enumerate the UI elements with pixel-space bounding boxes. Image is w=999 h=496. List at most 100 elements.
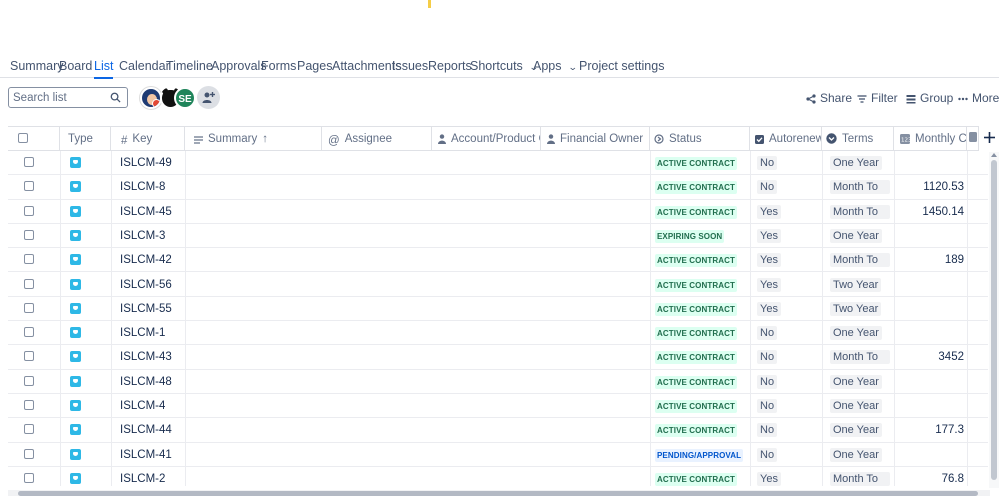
status-badge[interactable]: ACTIVE CONTRACT [655,400,737,413]
autorenewal-value[interactable]: No [757,156,778,170]
row-checkbox[interactable] [24,472,34,483]
monthly-charge-value[interactable]: 1450.14 [896,200,964,224]
monthly-charge-value[interactable] [896,151,964,175]
monthly-charge-value[interactable] [896,297,964,321]
table-row[interactable]: ISLCM-45 ACTIVE CONTRACT Yes Month To M... 1… [8,200,988,224]
terms-value[interactable]: Month To M... [830,204,890,219]
horizontal-scrollbar[interactable] [8,490,990,496]
tab-reports[interactable]: Reports [428,55,472,77]
row-checkbox[interactable] [24,351,34,362]
autorenewal-value[interactable]: No [757,447,778,462]
issue-key-link[interactable]: ISLCM-49 [120,151,172,175]
terms-value[interactable]: Two Year [830,301,882,316]
add-column-button[interactable] [978,126,999,151]
terms-value[interactable]: One Year [830,399,882,413]
header-terms[interactable]: Terms [822,127,894,151]
issue-key-link[interactable]: ISLCM-48 [120,370,172,394]
terms-value[interactable]: Month To M... [830,350,890,365]
filter-button[interactable]: Filter [857,89,898,107]
table-row[interactable]: ISLCM-42 ACTIVE CONTRACT Yes Month To M... 1… [8,248,988,273]
header-autorenewal[interactable]: Autorenewal [750,127,822,151]
issue-key-link[interactable]: ISLCM-2 [120,467,165,491]
group-button[interactable]: Group [906,89,953,107]
monthly-charge-value[interactable]: 76.8 [896,467,964,491]
status-badge[interactable]: ACTIVE CONTRACT [655,472,737,486]
status-badge[interactable]: ACTIVE CONTRACT [655,375,737,389]
terms-value[interactable]: One Year [830,374,882,389]
row-checkbox[interactable] [24,375,34,386]
scrollbar-thumb[interactable] [991,160,997,480]
tab-project-settings[interactable]: Project settings [579,55,664,77]
issue-key-link[interactable]: ISLCM-43 [120,345,172,369]
header-status[interactable]: Status [650,127,750,151]
status-badge[interactable]: ACTIVE CONTRACT [655,181,737,195]
row-checkbox[interactable] [24,400,34,410]
issue-key-link[interactable]: ISLCM-42 [120,248,172,272]
tab-calendar[interactable]: Calendar [119,55,170,77]
status-badge[interactable]: ACTIVE CONTRACT [655,351,737,365]
vertical-scrollbar[interactable] [989,152,999,488]
autorenewal-value[interactable]: Yes [757,277,781,292]
table-row[interactable]: ISLCM-49 ACTIVE CONTRACT No One Year [8,151,988,176]
tab-timeline[interactable]: Timeline [166,55,213,77]
autorenewal-value[interactable]: No [757,180,778,195]
monthly-charge-value[interactable]: 1120.53 [896,175,964,199]
add-people-button[interactable] [197,86,220,109]
issue-key-link[interactable]: ISLCM-1 [120,321,165,345]
table-row[interactable]: ISLCM-3 EXPIRING SOON Yes One Year [8,224,988,249]
monthly-charge-value[interactable] [896,370,964,394]
row-checkbox[interactable] [24,278,34,289]
terms-value[interactable]: One Year [830,156,882,170]
issue-key-link[interactable]: ISLCM-56 [120,273,172,297]
scrollbar-thumb[interactable] [18,491,978,496]
header-financial-owner[interactable]: Financial Owner [541,127,650,151]
scroll-up-arrow-icon[interactable] [991,153,997,157]
tab-pages[interactable]: Pages [297,55,332,77]
table-row[interactable]: ISLCM-56 ACTIVE CONTRACT Yes Two Year [8,273,988,297]
tab-issues[interactable]: Issues [392,55,428,77]
status-badge[interactable]: ACTIVE CONTRACT [655,205,737,219]
tab-board[interactable]: Board [59,55,92,77]
terms-value[interactable]: Month To M... [830,471,890,486]
autorenewal-value[interactable]: No [757,399,778,413]
monthly-charge-value[interactable]: 3452 [896,345,964,369]
status-badge[interactable]: ACTIVE CONTRACT [655,157,737,170]
status-badge[interactable]: EXPIRING SOON [655,229,725,243]
tab-forms[interactable]: Forms [261,55,296,77]
table-row[interactable]: ISLCM-48 ACTIVE CONTRACT No One Year [8,370,988,394]
monthly-charge-value[interactable] [896,443,964,467]
terms-value[interactable]: One Year [830,447,882,462]
terms-value[interactable]: Month To M... [830,180,890,195]
autorenewal-value[interactable]: Yes [757,471,781,486]
table-row[interactable]: ISLCM-4 ACTIVE CONTRACT No One Year [8,394,988,419]
issue-key-link[interactable]: ISLCM-4 [120,394,165,418]
monthly-charge-value[interactable]: 189 [896,248,964,272]
status-badge[interactable]: ACTIVE CONTRACT [655,254,737,268]
tab-apps[interactable]: Apps ⌄ [533,55,577,77]
issue-key-link[interactable]: ISLCM-55 [120,297,172,321]
row-checkbox[interactable] [24,205,34,216]
table-row[interactable]: ISLCM-44 ACTIVE CONTRACT No One Year 177.3 [8,418,988,443]
table-row[interactable]: ISLCM-2 ACTIVE CONTRACT Yes Month To M... 76… [8,467,988,492]
row-checkbox[interactable] [24,424,34,435]
status-badge[interactable]: ACTIVE CONTRACT [655,302,737,316]
table-row[interactable]: ISLCM-1 ACTIVE CONTRACT No One Year [8,321,988,346]
monthly-charge-value[interactable] [896,273,964,297]
status-badge[interactable]: ACTIVE CONTRACT [655,278,737,292]
terms-value[interactable]: One Year [830,423,882,438]
autorenewal-value[interactable]: No [757,326,778,341]
more-button[interactable]: More [958,89,999,107]
row-checkbox[interactable] [24,181,34,192]
autorenewal-value[interactable]: No [757,374,778,389]
row-checkbox[interactable] [24,327,34,338]
header-next-column[interactable] [967,127,978,151]
autorenewal-value[interactable]: Yes [757,204,781,219]
avatar-user-1[interactable] [140,87,162,109]
row-checkbox[interactable] [24,229,34,240]
status-badge[interactable]: ACTIVE CONTRACT [655,327,737,341]
tab-list[interactable]: List [94,55,114,79]
issue-key-link[interactable]: ISLCM-45 [120,200,172,224]
autorenewal-value[interactable]: Yes [757,301,781,316]
issue-key-link[interactable]: ISLCM-3 [120,224,165,248]
autorenewal-value[interactable]: Yes [757,253,781,268]
